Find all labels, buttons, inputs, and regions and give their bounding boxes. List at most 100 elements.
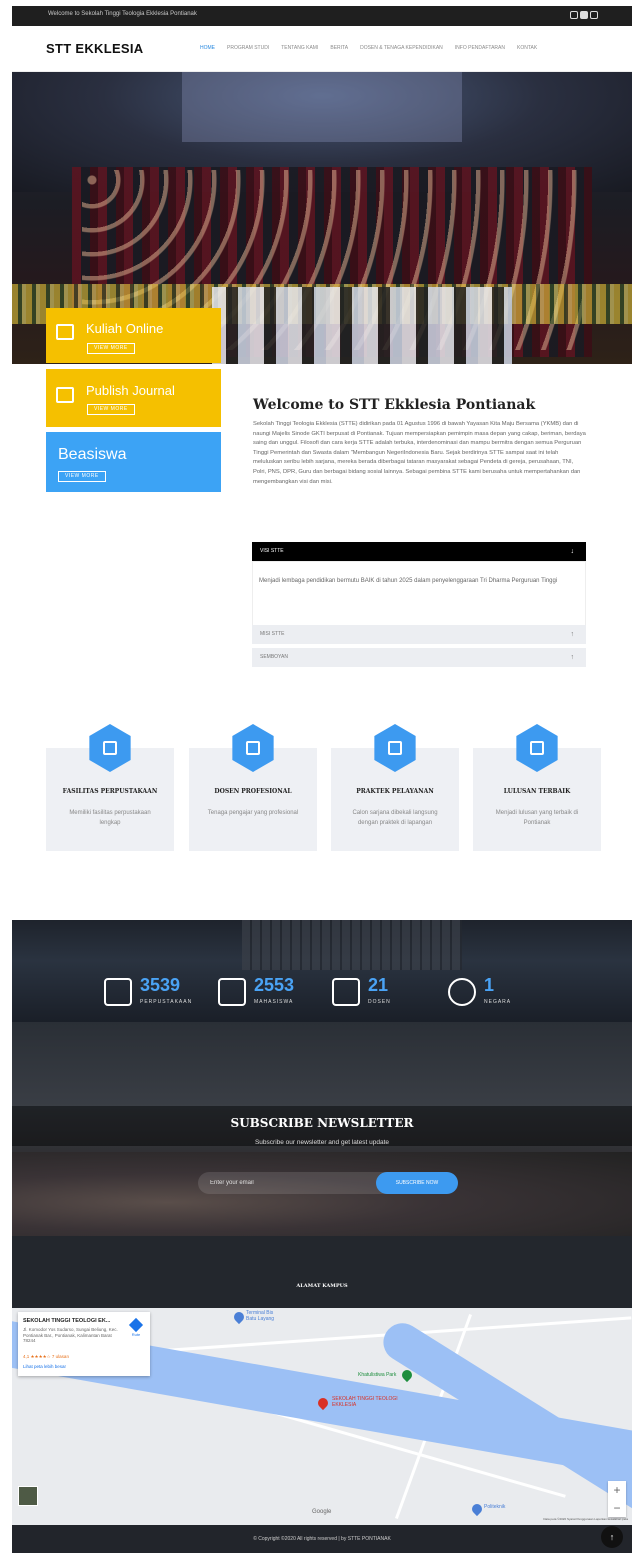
zoom-in-button[interactable]: + [608, 1481, 626, 1499]
card-praktek: PRAKTEK PELAYANAN Calon sarjana dibekali… [331, 724, 459, 851]
student-icon [218, 978, 246, 1006]
arrow-down-icon: ↓ [570, 548, 575, 555]
nav-berita[interactable]: BERITA [330, 45, 348, 51]
stat-label: DOSEN [368, 999, 391, 1005]
nav-info-pendaftaran[interactable]: INFO PENDAFTARAN [455, 45, 505, 51]
nav-program-studi[interactable]: PROGRAM STUDI [227, 45, 269, 51]
social-links [570, 11, 598, 19]
zoom-out-button[interactable]: − [608, 1499, 626, 1517]
zoom-controls: + − [608, 1481, 626, 1517]
nav-tentang-kami[interactable]: TENTANG KAMI [281, 45, 318, 51]
stat-number: 3539 [140, 975, 181, 995]
feature-publish-journal[interactable]: Publish Journal VIEW MORE [46, 369, 221, 427]
address-title: ALAMAT KAMPUS [296, 1283, 348, 1289]
view-more-button[interactable]: VIEW MORE [87, 343, 135, 354]
feature-beasiswa[interactable]: Beasiswa VIEW MORE [46, 432, 221, 492]
welcome-text: Welcome to Sekolah Tinggi Teologia Ekkle… [48, 11, 197, 17]
card-description: Memiliki fasilitas perpustakaan lengkap [69, 810, 151, 826]
accordion-header[interactable]: SEMBOYAN ↑ [252, 648, 586, 667]
card-title: PRAKTEK PELAYANAN [356, 788, 434, 795]
accordion-title: SEMBOYAN [260, 654, 288, 660]
feature-title: Beasiswa [58, 446, 127, 463]
card-description: Tenaga pengajar yang profesional [207, 810, 299, 816]
arrow-up-icon: ↑ [570, 654, 575, 661]
youtube-icon[interactable] [580, 11, 588, 19]
book-icon [104, 978, 132, 1006]
directions-icon [128, 1317, 144, 1333]
card-description: Calon sarjana dibekali langsung dengan p… [352, 810, 438, 826]
ministry-icon [374, 724, 416, 772]
accordion-title: MISI STTE [260, 631, 285, 637]
back-to-top-button[interactable]: ↑ [601, 1526, 623, 1548]
accordion-misi: MISI STTE ↑ [252, 625, 586, 644]
lecturer-icon [232, 724, 274, 772]
place-name: SEKOLAH TINGGI TEOLOGI EK... [23, 1318, 111, 1324]
newsletter-subtitle: Subscribe our newsletter and get latest … [254, 1139, 390, 1146]
place-label: Khatulistiwa Park [358, 1372, 397, 1378]
address-section: ALAMAT KAMPUS [12, 1236, 632, 1308]
accordion-semboyan: SEMBOYAN ↑ [252, 648, 586, 667]
stats-section: 3539 PERPUSTAKAAN 2553 MAHASISWA 21 DOSE… [12, 920, 632, 1022]
stat-number: 2553 [254, 975, 295, 995]
journal-icon [56, 387, 74, 403]
place-label: Terminal Bis Batu Layang [246, 1310, 275, 1322]
main-nav: HOME PROGRAM STUDI TENTANG KAMI BERITA D… [200, 45, 537, 51]
feature-title: Publish Journal [86, 383, 175, 398]
facebook-icon[interactable] [570, 11, 578, 19]
site-logo[interactable]: STT EKKLESIA [46, 41, 144, 56]
subscribe-button[interactable]: SUBSCRIBE NOW [376, 1172, 458, 1194]
welcome-title: Welcome to STT Ekklesia Pontianak [253, 397, 536, 413]
nav-home[interactable]: HOME [200, 45, 215, 51]
bus-terminal-pin[interactable] [231, 1309, 247, 1325]
card-description: Menjadi lulusan yang terbaik di Pontiana… [495, 810, 579, 826]
globe-icon [448, 978, 476, 1006]
newsletter-background [12, 1152, 632, 1236]
view-more-button[interactable]: VIEW MORE [87, 404, 135, 415]
graduate-icon [516, 724, 558, 772]
directions-button[interactable]: Rute [128, 1317, 144, 1340]
feature-kuliah-online[interactable]: Kuliah Online VIEW MORE [46, 308, 221, 363]
arrow-up-icon: ↑ [570, 631, 575, 638]
nav-kontak[interactable]: KONTAK [517, 45, 537, 51]
front-row-graduates [212, 287, 512, 364]
newsletter-section: SUBSCRIBE NEWSLETTER Subscribe our newsl… [12, 1022, 632, 1236]
site-header: STT EKKLESIA HOME PROGRAM STUDI TENTANG … [12, 26, 632, 72]
feature-title: Kuliah Online [86, 321, 164, 336]
google-logo: Google [312, 1509, 332, 1515]
card-title: FASILITAS PERPUSTAKAAN [62, 788, 158, 795]
stat-number: 1 [484, 975, 495, 995]
directions-label: Rute [131, 1332, 141, 1337]
accordion-header[interactable]: MISI STTE ↑ [252, 625, 586, 644]
library-icon [89, 724, 131, 772]
card-dosen: DOSEN PROFESIONAL Tenaga pengajar yang p… [189, 724, 317, 851]
graduation-banner [182, 72, 462, 142]
stat-label: NEGARA [484, 999, 512, 1005]
newsletter-title: SUBSCRIBE NEWSLETTER [230, 1116, 414, 1130]
computer-icon [56, 324, 74, 340]
accordion-visi: VISI STTE ↓ Menjadi lembaga pendidikan b… [252, 542, 586, 637]
place-rating: 4,1 ★★★★☆ 7 ulasan [23, 1354, 69, 1359]
google-map[interactable]: SEKOLAH TINGGI TEOLOGI EK... Jl. Komodor… [12, 1308, 632, 1525]
politeknik-pin[interactable] [469, 1501, 485, 1517]
stat-label: PERPUSTAKAAN [140, 999, 193, 1005]
accordion-header[interactable]: VISI STTE ↓ [252, 542, 586, 561]
top-bar: Welcome to Sekolah Tinggi Teologia Ekkle… [12, 6, 632, 26]
view-more-button[interactable]: VIEW MORE [58, 471, 106, 482]
card-title: DOSEN PROFESIONAL [214, 788, 292, 795]
nav-dosen[interactable]: DOSEN & TENAGA KEPENDIDIKAN [360, 45, 443, 51]
accordion-title: VISI STTE [260, 548, 284, 554]
card-lulusan: LULUSAN TERBAIK Menjadi lulusan yang ter… [473, 724, 601, 851]
larger-map-link[interactable]: Lihat peta lebih besar [23, 1364, 66, 1369]
card-fasilitas: FASILITAS PERPUSTAKAAN Memiliki fasilita… [46, 724, 174, 851]
welcome-paragraph: Sekolah Tinggi Teologia Ekklesia (STTE) … [253, 421, 586, 485]
laptop-background [242, 920, 462, 970]
map-attribution: Data peta ©2020 Syarat Penggunaan Lapork… [543, 1517, 628, 1521]
instagram-icon[interactable] [590, 11, 598, 19]
copyright-text: © Copyright ©2020 All rights reserved | … [253, 1536, 391, 1542]
place-label: Politeknik [484, 1504, 506, 1510]
place-address: Jl. Komodor Yos Sudarso, Sungai Beliung,… [23, 1327, 118, 1343]
email-input[interactable] [198, 1172, 398, 1194]
site-footer: © Copyright ©2020 All rights reserved | … [12, 1525, 632, 1553]
place-label: SEKOLAH TINGGI TEOLOGI EKKLESIA [332, 1396, 398, 1408]
satellite-toggle[interactable] [18, 1486, 38, 1506]
